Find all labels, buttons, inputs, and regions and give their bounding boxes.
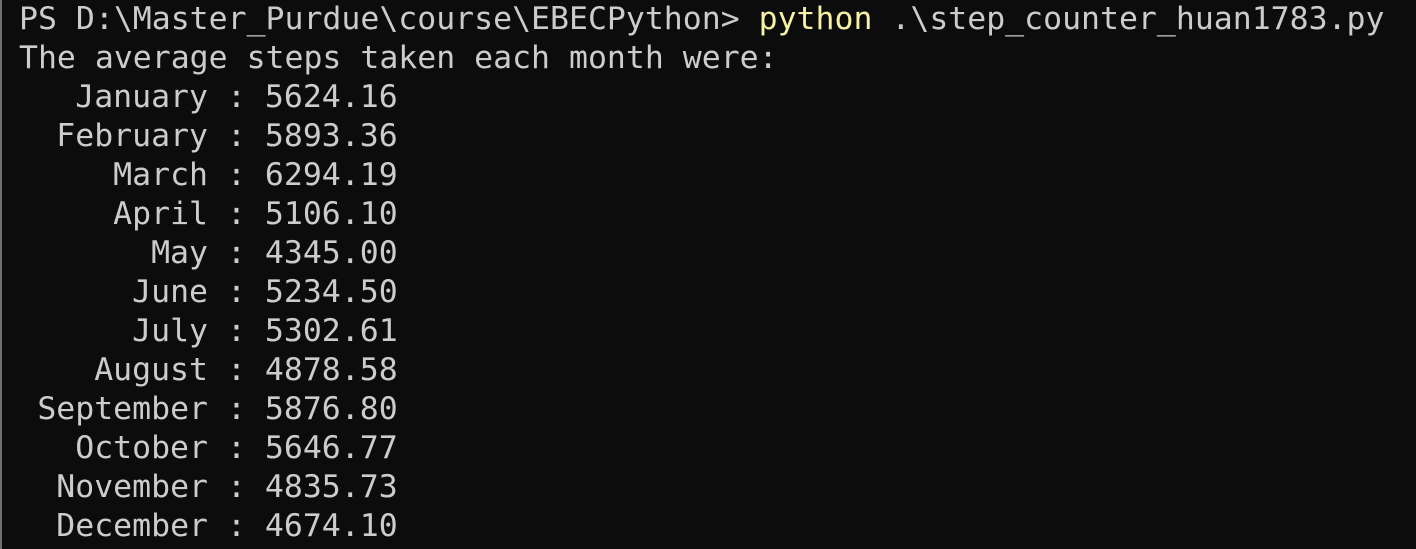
step-value: 5106.10	[264, 196, 398, 232]
prompt-path: PS D:\Master_Purdue\course\EBECPython>	[19, 1, 740, 37]
step-value: 5876.80	[264, 391, 398, 427]
step-value: 4345.00	[264, 235, 398, 271]
month-label: February	[56, 118, 208, 154]
step-value: 4674.10	[264, 508, 398, 544]
separator: :	[226, 274, 246, 310]
month-label: December	[56, 508, 208, 544]
output-row: January : 5624.16	[19, 78, 1416, 117]
output-row: June : 5234.50	[19, 273, 1416, 312]
month-label: May	[151, 235, 208, 271]
output-row: February : 5893.36	[19, 117, 1416, 156]
terminal-window[interactable]: PS D:\Master_Purdue\course\EBECPython> p…	[0, 0, 1416, 549]
step-value: 4878.58	[264, 352, 398, 388]
separator: :	[226, 157, 246, 193]
output-row: October : 5646.77	[19, 429, 1416, 468]
separator: :	[226, 508, 246, 544]
month-label: October	[75, 430, 208, 466]
separator: :	[226, 235, 246, 271]
output-row: August : 4878.58	[19, 351, 1416, 390]
separator: :	[226, 469, 246, 505]
step-value: 5646.77	[264, 430, 398, 466]
step-value: 5893.36	[264, 118, 398, 154]
month-label: June	[132, 274, 208, 310]
month-label: April	[113, 196, 208, 232]
step-value: 5624.16	[264, 79, 398, 115]
output-row: November : 4835.73	[19, 468, 1416, 507]
output-row: May : 4345.00	[19, 234, 1416, 273]
prompt-line: PS D:\Master_Purdue\course\EBECPython> p…	[19, 0, 1416, 39]
month-label: August	[94, 352, 208, 388]
step-value: 5302.61	[264, 313, 398, 349]
output-row: April : 5106.10	[19, 195, 1416, 234]
separator: :	[226, 313, 246, 349]
separator: :	[226, 391, 246, 427]
output-row: September : 5876.80	[19, 390, 1416, 429]
window-left-border	[0, 0, 2, 549]
step-value: 6294.19	[264, 157, 398, 193]
month-label: November	[56, 469, 208, 505]
separator: :	[226, 430, 246, 466]
month-label: January	[75, 79, 208, 115]
output-row: December : 4674.10	[19, 507, 1416, 546]
month-label: July	[132, 313, 208, 349]
separator: :	[226, 352, 246, 388]
step-value: 5234.50	[264, 274, 398, 310]
output-heading: The average steps taken each month were:	[19, 40, 778, 76]
month-label: March	[113, 157, 208, 193]
output-row: March : 6294.19	[19, 156, 1416, 195]
separator: :	[226, 79, 246, 115]
separator: :	[226, 118, 246, 154]
output-row: July : 5302.61	[19, 312, 1416, 351]
command-keyword: python	[758, 1, 873, 37]
separator: :	[226, 196, 246, 232]
command-argument: .\step_counter_huan1783.py	[891, 1, 1385, 37]
step-value: 4835.73	[264, 469, 398, 505]
month-label: September	[37, 391, 208, 427]
